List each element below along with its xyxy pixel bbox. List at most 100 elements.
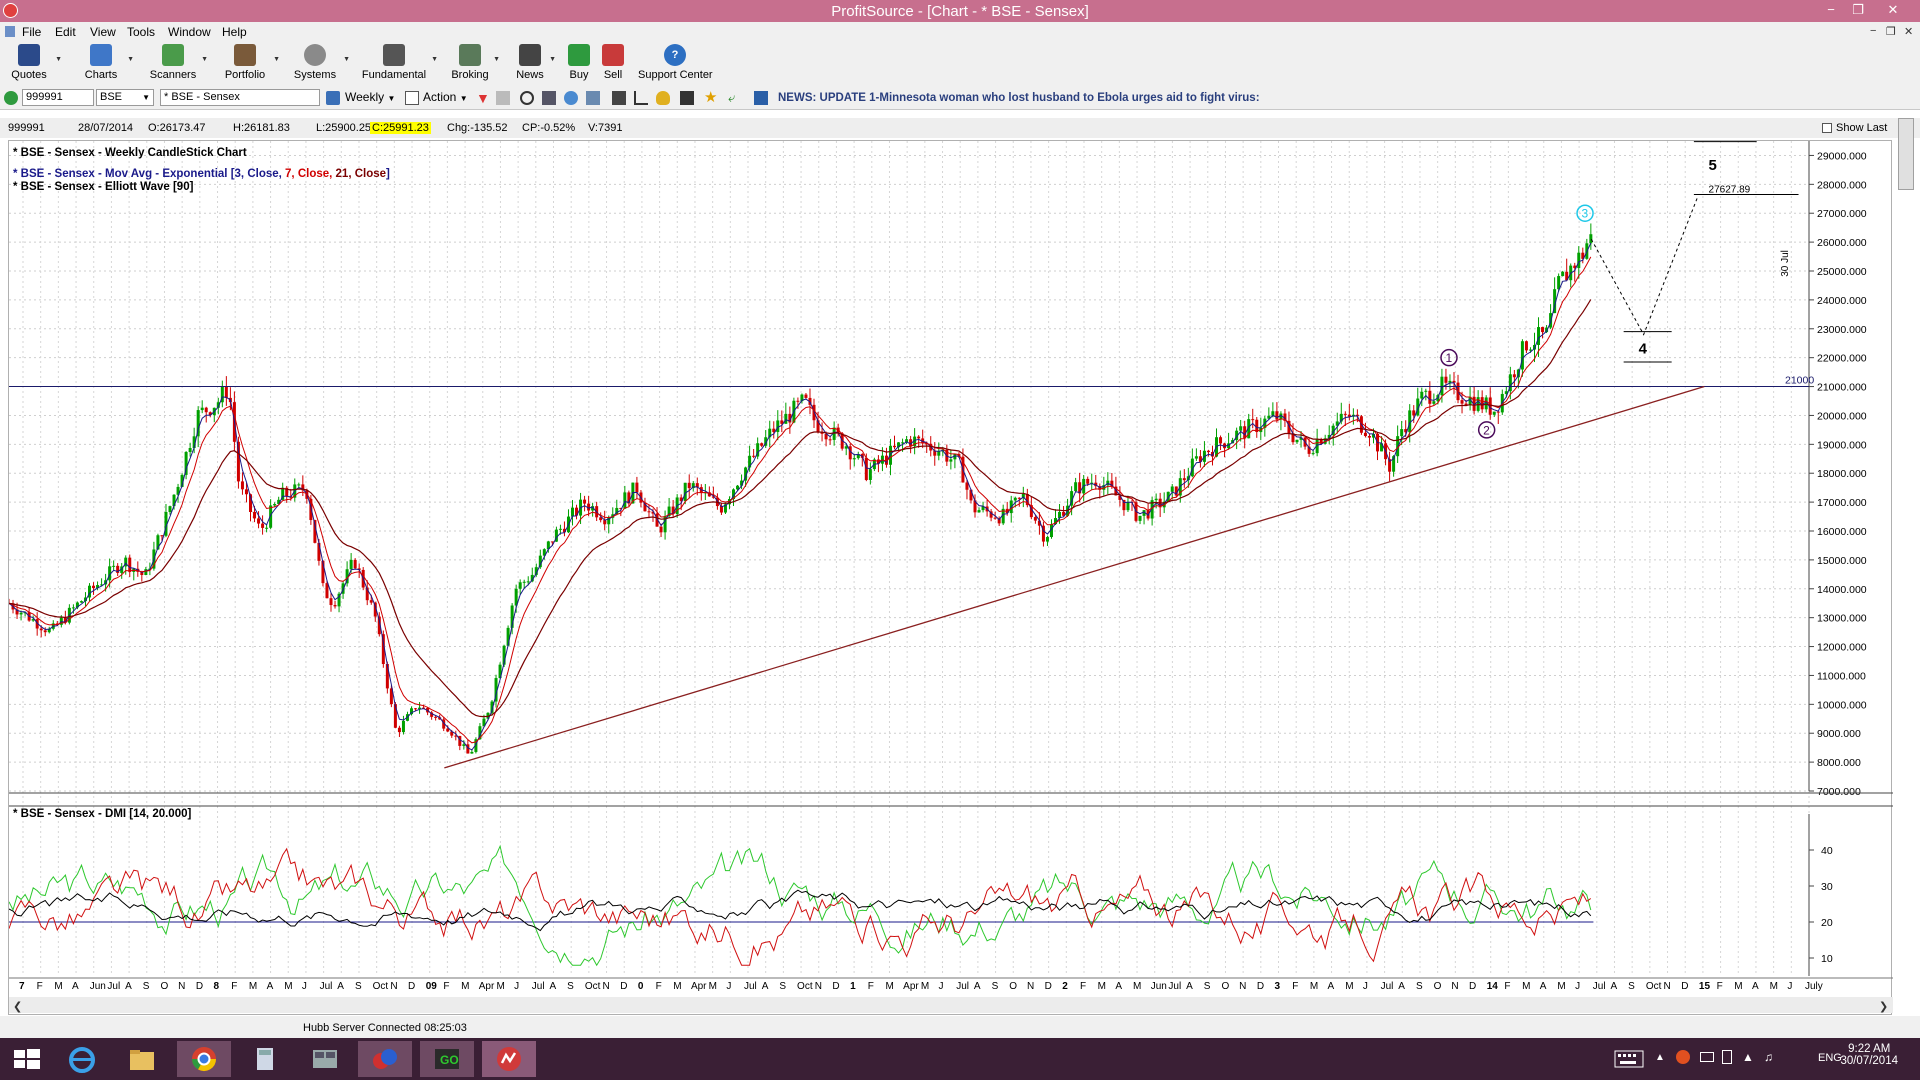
news-feed-icon[interactable] <box>754 91 768 105</box>
keyboard-icon[interactable] <box>1614 1050 1644 1068</box>
date-tick-label: F <box>1717 981 1723 992</box>
menu-tools[interactable]: Tools <box>127 25 155 39</box>
mdi-doc-icon[interactable] <box>5 26 15 37</box>
candle-body <box>244 489 248 495</box>
save-icon[interactable] <box>496 91 510 105</box>
tray-language[interactable]: ENG <box>1818 1052 1842 1064</box>
menu-file[interactable]: File <box>22 25 41 39</box>
taskbar-app-grid[interactable] <box>298 1041 352 1077</box>
chevron-down-icon[interactable]: ▼ <box>127 56 134 63</box>
magnify-icon[interactable] <box>564 91 578 105</box>
lightbulb-icon[interactable] <box>656 91 670 105</box>
tools-icon[interactable] <box>612 91 626 105</box>
link-icon[interactable] <box>680 91 694 105</box>
chevron-down-icon[interactable]: ▼ <box>343 56 350 63</box>
period-icon[interactable] <box>326 91 340 105</box>
action-select[interactable]: Action ▼ <box>423 90 468 104</box>
tray-battery-icon[interactable] <box>1722 1050 1732 1064</box>
chevron-down-icon[interactable]: ▼ <box>273 56 280 63</box>
crosshair-icon[interactable] <box>520 91 534 105</box>
candle-body <box>43 630 47 633</box>
candle-body <box>796 400 800 402</box>
candle-body <box>1460 400 1464 404</box>
calculator-icon <box>257 1048 273 1070</box>
candle-body <box>558 528 562 530</box>
start-button[interactable] <box>0 1041 54 1077</box>
tray-signal-icon[interactable]: ▲ <box>1742 1050 1754 1064</box>
wave-5-label: 5 <box>1709 157 1717 174</box>
tray-network-icon[interactable] <box>1700 1052 1714 1062</box>
mdi-close-button[interactable]: ✕ <box>1904 25 1913 38</box>
chrome-icon <box>192 1047 216 1072</box>
show-last-checkbox[interactable] <box>1822 123 1832 133</box>
tray-update-icon[interactable] <box>1676 1050 1690 1064</box>
taskbar-app-red[interactable] <box>358 1041 412 1077</box>
page-monitor-tab[interactable] <box>1898 118 1914 190</box>
mdi-minimize-button[interactable]: − <box>1870 25 1876 37</box>
action-icon[interactable] <box>405 91 419 105</box>
charts-button[interactable]: Charts ▼ <box>78 44 134 86</box>
code-input[interactable]: 999991 <box>22 89 94 106</box>
period-select[interactable]: Weekly ▼ <box>345 90 395 104</box>
date-tick-label: D <box>620 981 627 992</box>
chevron-down-icon[interactable]: ▼ <box>431 56 438 63</box>
chart-area[interactable]: 29000.000 28000.000 27000.000 26000.000 2500… <box>7 140 1893 1016</box>
sell-button[interactable]: Sell <box>600 44 626 86</box>
quotes-button[interactable]: Quotes ▼ <box>6 44 62 86</box>
tray-expand-icon[interactable]: ▲ <box>1655 1052 1665 1063</box>
news-ticker[interactable]: NEWS: UPDATE 1-Minnesota woman who lost … <box>778 89 1260 107</box>
date-tick-label: A <box>72 981 79 992</box>
fundamental-button[interactable]: Fundamental ▼ <box>360 44 438 86</box>
maximize-button[interactable]: ❐ <box>1845 1 1871 19</box>
buy-button[interactable]: Buy <box>566 44 592 86</box>
candle-body <box>1492 411 1496 415</box>
minimize-button[interactable]: − <box>1818 1 1844 19</box>
taskbar-profitsource[interactable] <box>482 1041 536 1077</box>
chart-type-icon[interactable] <box>634 91 648 105</box>
date-tick-label: Jul <box>532 981 545 992</box>
taskbar-calculator[interactable] <box>238 1041 292 1077</box>
taskbar-explorer[interactable] <box>115 1041 169 1077</box>
date-tick-label: O <box>160 981 168 992</box>
menu-help[interactable]: Help <box>222 25 247 39</box>
date-tick-label: N <box>178 981 185 992</box>
taskbar-chrome[interactable] <box>177 1041 231 1077</box>
candle-body <box>1561 271 1565 277</box>
mdi-restore-button[interactable]: ❐ <box>1886 25 1896 38</box>
arrow-down-red-icon[interactable]: ▼ <box>476 91 490 105</box>
main-toolbar: Quotes ▼ Charts ▼ Scanners ▼ Portfolio ▼… <box>0 42 1920 86</box>
scanners-button[interactable]: Scanners ▼ <box>148 44 208 86</box>
portfolio-button[interactable]: Portfolio ▼ <box>220 44 280 86</box>
candle-body <box>1275 411 1279 420</box>
menu-edit[interactable]: Edit <box>55 25 76 39</box>
chevron-down-icon[interactable]: ▼ <box>201 56 208 63</box>
support-center-button[interactable]: ? Support Center <box>638 44 713 86</box>
tray-volume-icon[interactable]: ♫ <box>1764 1050 1773 1064</box>
dmi-minus-line <box>8 847 1592 966</box>
window-title: ProfitSource - [Chart - * BSE - Sensex] <box>831 3 1089 20</box>
menu-view[interactable]: View <box>90 25 116 39</box>
security-input[interactable]: * BSE - Sensex <box>160 89 320 106</box>
chart-svg[interactable]: 29000.00028000.00027000.00026000.0002500… <box>7 141 1893 1016</box>
zoom-icon[interactable] <box>542 91 556 105</box>
tray-clock[interactable]: 9:22 AM 30/07/2014 <box>1840 1043 1898 1067</box>
menu-window[interactable]: Window <box>168 25 211 39</box>
chevron-down-icon[interactable]: ▼ <box>493 56 500 63</box>
go-icon[interactable] <box>4 91 18 105</box>
candles <box>7 223 1593 754</box>
close-button[interactable]: ✕ <box>1880 1 1906 19</box>
exchange-select[interactable]: BSE ▼ <box>96 89 154 106</box>
chevron-down-icon[interactable]: ▼ <box>549 56 556 63</box>
broking-button[interactable]: Broking ▼ <box>450 44 500 86</box>
news-button[interactable]: News ▼ <box>514 44 556 86</box>
taskbar-go[interactable]: GO <box>420 1041 474 1077</box>
chevron-down-icon[interactable]: ▼ <box>55 56 62 63</box>
systems-button[interactable]: Systems ▼ <box>290 44 350 86</box>
arrows-icon[interactable]: ⤶ <box>728 91 742 105</box>
secondary-toolbar: 999991 BSE ▼ * BSE - Sensex Weekly ▼ Acti… <box>0 86 1920 110</box>
candle-body <box>1343 413 1347 415</box>
title-bar: ProfitSource - [Chart - * BSE - Sensex] … <box>0 0 1920 22</box>
taskbar-ie[interactable] <box>55 1041 109 1077</box>
screen-icon[interactable] <box>586 91 600 105</box>
star-icon[interactable]: ★ <box>704 90 718 105</box>
